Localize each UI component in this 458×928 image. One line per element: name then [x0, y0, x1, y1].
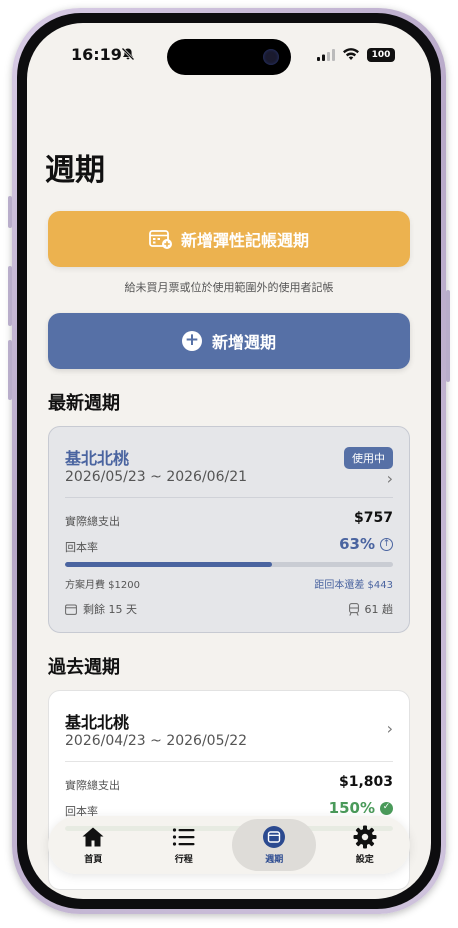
remaining-to-breakeven: 距回本還差 $443: [314, 580, 393, 591]
signal-icon: [317, 49, 335, 61]
home-icon: [82, 827, 104, 847]
latest-total-label: 實際總支出: [65, 515, 120, 528]
list-icon: [172, 828, 195, 846]
latest-total-value: $757: [354, 510, 393, 526]
status-bar: 16:19 100: [27, 23, 431, 83]
gear-icon: [353, 825, 377, 849]
past-section-title: 過去週期: [48, 657, 120, 678]
tab-trips-label: 行程: [174, 855, 193, 865]
page-title: 週期: [45, 153, 105, 188]
latest-rate-label: 回本率: [65, 541, 98, 554]
latest-dates: 2026/05/23 ~ 2026/06/21: [65, 469, 248, 485]
latest-progress-fill: [65, 562, 272, 567]
plus-circle-icon: +: [181, 331, 202, 351]
past-route: 基北北桃: [65, 713, 130, 732]
trips-text: 61 趟: [364, 603, 394, 616]
latest-route: 基北北桃: [65, 449, 130, 468]
add-flex-period-label: 新增彈性記帳週期: [180, 231, 309, 250]
calendar-plus-icon: [149, 230, 172, 249]
train-icon: [348, 602, 359, 616]
past-total-value: $1,803: [338, 774, 393, 790]
past-total-label: 實際總支出: [65, 779, 120, 792]
volume-up-button: [8, 266, 12, 326]
plan-fee-label: 方案月費 $1200: [65, 580, 140, 591]
power-button: [446, 290, 450, 382]
past-rate-value: 150%: [328, 799, 375, 817]
latest-progress-bar: [65, 562, 393, 567]
past-dates: 2026/04/23 ~ 2026/05/22: [65, 733, 248, 749]
divider: [65, 761, 393, 762]
battery-indicator: 100: [367, 48, 395, 62]
days-left-text: 剩餘 15 天: [83, 603, 137, 616]
app-screen: 16:19 100 週期 新增彈性記帳週期 給未買月票或位於使用範圍外的使用者記…: [27, 23, 431, 899]
status-time: 16:19: [71, 45, 122, 64]
action-button: [8, 196, 12, 228]
tab-settings[interactable]: 設定: [323, 819, 407, 871]
status-badge: 使用中: [344, 447, 393, 469]
calendar-icon: [65, 604, 77, 615]
wifi-icon: [343, 48, 359, 60]
dynamic-island: [167, 39, 291, 75]
arrow-up-circle-icon: ↑: [380, 538, 393, 551]
checkmark-circle-icon: ✓: [380, 802, 393, 815]
divider: [65, 497, 393, 498]
latest-section-title: 最新週期: [48, 393, 120, 414]
chevron-right-icon: ›: [386, 719, 393, 738]
add-period-button[interactable]: + 新增週期: [48, 313, 410, 369]
flex-period-note: 給未買月票或位於使用範圍外的使用者記帳: [124, 281, 334, 294]
tab-periods[interactable]: 週期: [232, 819, 317, 871]
chevron-right-icon: ›: [386, 469, 393, 488]
bell-off-icon: [121, 47, 135, 61]
latest-rate-value: 63%: [339, 535, 375, 553]
tab-home-label: 首頁: [84, 855, 103, 865]
days-left-row: 剩餘 15 天: [65, 601, 137, 617]
tab-settings-label: 設定: [355, 855, 374, 865]
tab-trips[interactable]: 行程: [142, 819, 226, 871]
tab-periods-label: 週期: [265, 855, 284, 865]
calendar-icon: [263, 826, 286, 848]
tab-home[interactable]: 首頁: [51, 819, 135, 871]
tab-bar: 首頁 行程 週期 設定: [48, 816, 410, 874]
camera-icon: [263, 49, 279, 65]
latest-period-card[interactable]: 基北北桃 使用中 2026/05/23 ~ 2026/06/21 › 實際總支出…: [48, 426, 410, 633]
volume-down-button: [8, 340, 12, 400]
trips-row: 61 趟: [348, 601, 394, 617]
add-period-label: 新增週期: [211, 333, 276, 352]
add-flex-period-button[interactable]: 新增彈性記帳週期: [48, 211, 410, 267]
